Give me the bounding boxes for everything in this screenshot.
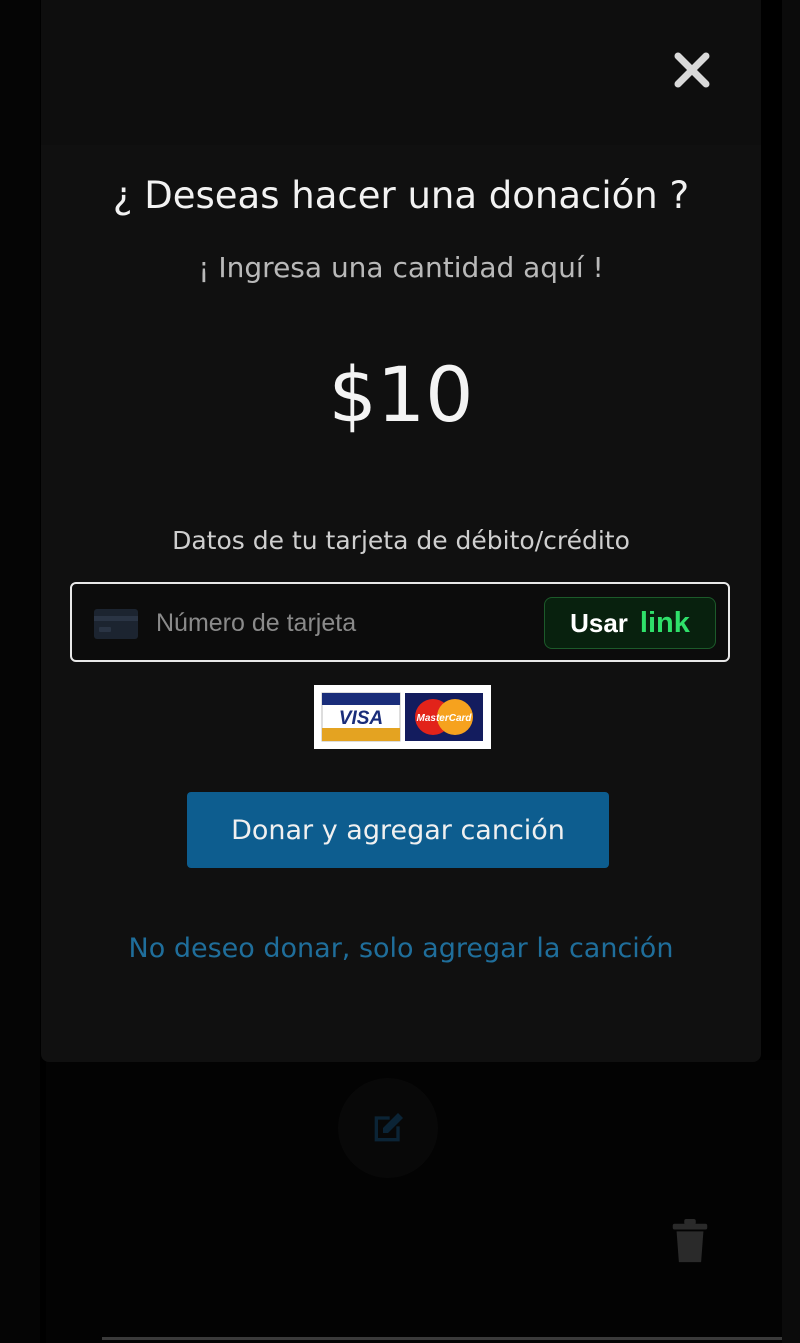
payment-logos: VISA MasterCard xyxy=(314,685,491,749)
donation-modal: ¿ Deseas hacer una donación ? ¡ Ingresa … xyxy=(41,0,761,1062)
amount-input[interactable] xyxy=(231,350,571,439)
mastercard-logo: MasterCard xyxy=(405,693,483,741)
modal-header xyxy=(41,0,761,145)
visa-logo-text: VISA xyxy=(339,708,383,729)
mastercard-logo-text: MasterCard xyxy=(416,713,472,724)
modal-subtitle: ¡ Ingresa una cantidad aquí ! xyxy=(198,251,604,284)
donate-and-add-song-button[interactable]: Donar y agregar canción xyxy=(187,792,609,868)
delete-button[interactable] xyxy=(664,1210,716,1272)
skip-donation-link[interactable]: No deseo donar, solo agregar la canción xyxy=(41,933,761,964)
trash-icon xyxy=(672,1218,708,1263)
close-icon xyxy=(674,52,710,88)
use-link-button[interactable]: Usar link xyxy=(544,597,716,649)
background-left-edge xyxy=(0,0,40,1343)
edit-icon xyxy=(374,1113,403,1142)
visa-logo: VISA xyxy=(321,692,401,742)
link-brand-label: link xyxy=(639,606,690,639)
divider xyxy=(102,1337,782,1340)
card-section-label: Datos de tu tarjeta de débito/crédito xyxy=(172,526,630,555)
edit-button[interactable] xyxy=(338,1078,438,1178)
card-number-input[interactable] xyxy=(154,600,528,646)
close-button[interactable] xyxy=(669,47,715,93)
credit-card-icon xyxy=(94,609,138,639)
background-scrollbar-track xyxy=(782,0,800,1343)
use-link-label: Usar xyxy=(570,607,628,638)
card-number-field[interactable]: Usar link xyxy=(70,582,730,662)
modal-title: ¿ Deseas hacer una donación ? xyxy=(112,174,690,217)
